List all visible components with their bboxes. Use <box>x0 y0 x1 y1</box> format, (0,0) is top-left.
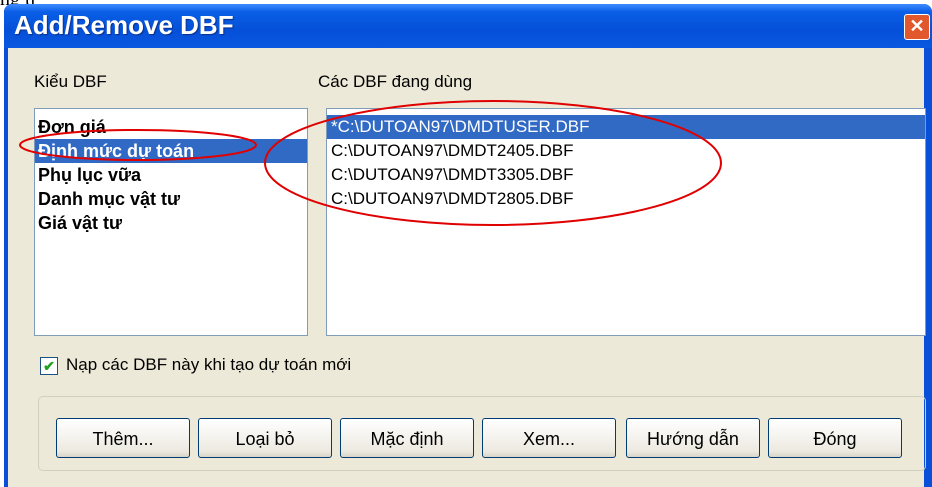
list-item[interactable]: C:\DUTOAN97\DMDT2805.DBF <box>327 187 925 211</box>
remove-button[interactable]: Loại bỏ <box>198 418 332 458</box>
guide-button[interactable]: Hướng dẫn <box>626 418 760 458</box>
list-item[interactable]: Định mức dự toán <box>35 139 307 163</box>
used-label: Các DBF đang dùng <box>318 72 473 91</box>
list-item[interactable]: *C:\DUTOAN97\DMDTUSER.DBF <box>327 115 925 139</box>
close-icon[interactable]: ✕ <box>904 14 930 40</box>
load-option-label: Nạp các DBF này khi tạo dự toán mới <box>66 355 352 374</box>
check-icon: ✔ <box>43 358 55 374</box>
list-item[interactable]: Phụ lục vữa <box>35 163 307 187</box>
default-button[interactable]: Mặc định <box>340 418 474 458</box>
dialog-client: Kiểu DBF Các DBF đang dùng Đơn giá Định … <box>8 48 926 487</box>
load-option-checkbox[interactable]: ✔ <box>40 357 58 375</box>
list-item[interactable]: Đơn giá <box>35 115 307 139</box>
dialog-window: Add/Remove DBF ✕ Kiểu DBF Các DBF đang d… <box>4 4 932 487</box>
list-item[interactable]: Giá vật tư <box>35 211 307 235</box>
title-bar: Add/Remove DBF ✕ <box>4 4 932 48</box>
window-title: Add/Remove DBF <box>14 10 234 40</box>
close-button[interactable]: Đóng <box>768 418 902 458</box>
dbf-types-list[interactable]: Đơn giá Định mức dự toán Phụ lục vữa Dan… <box>34 108 308 336</box>
dbf-files-list[interactable]: *C:\DUTOAN97\DMDTUSER.DBF C:\DUTOAN97\DM… <box>326 108 926 336</box>
list-item[interactable]: Danh mục vật tư <box>35 187 307 211</box>
list-item[interactable]: C:\DUTOAN97\DMDT2405.DBF <box>327 139 925 163</box>
types-label: Kiểu DBF <box>34 72 107 91</box>
add-button[interactable]: Thêm... <box>56 418 190 458</box>
view-button[interactable]: Xem... <box>482 418 616 458</box>
list-item[interactable]: C:\DUTOAN97\DMDT3305.DBF <box>327 163 925 187</box>
